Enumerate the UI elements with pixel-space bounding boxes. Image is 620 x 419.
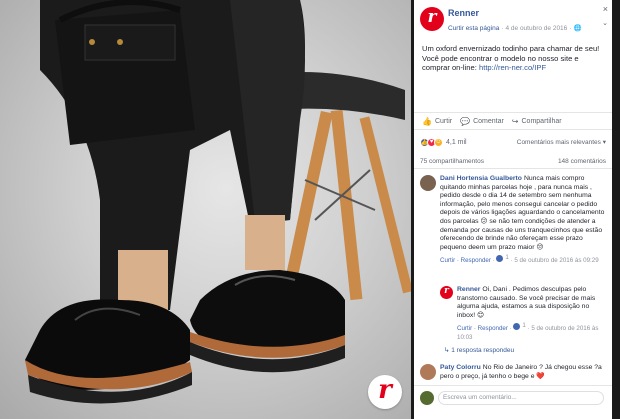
comment-date[interactable]: 5 de outubro de 2016 às 09:29 bbox=[514, 257, 598, 264]
comment: Paty Colorru No Rio de Janeiro ? Já chego… bbox=[420, 364, 606, 381]
view-replies-link[interactable]: 1 resposta respondeu bbox=[444, 346, 514, 354]
comment-input[interactable]: Escreva um comentário... bbox=[438, 391, 604, 405]
comment-sort-dropdown[interactable]: Comentários mais relevantes ▾ bbox=[517, 138, 606, 146]
options-caret-icon[interactable]: ⌄ bbox=[602, 19, 608, 27]
shares-count[interactable]: 75 compartilhamentos bbox=[420, 158, 484, 165]
share-icon: ↪ bbox=[511, 116, 519, 126]
comment-actions[interactable]: Curtir · Responder bbox=[457, 325, 508, 332]
shoe-photo-illustration bbox=[25, 0, 411, 404]
engagement-counts: 75 compartilhamentos 148 comentários bbox=[414, 155, 612, 169]
post-date[interactable]: 4 de outubro de 2016 bbox=[505, 25, 567, 32]
comment-icon: 💬 bbox=[460, 116, 471, 126]
renner-badge-logo: r bbox=[368, 375, 402, 409]
post-link[interactable]: http://ren-ner.co/IPF bbox=[479, 63, 546, 72]
commenter-name[interactable]: Renner bbox=[457, 286, 480, 293]
avatar bbox=[420, 391, 434, 405]
reactions-row: 👍 ♥ ☺ 4,1 mil Comentários mais relevante… bbox=[414, 134, 612, 150]
commenter-name[interactable]: Paty Colorru bbox=[440, 364, 481, 371]
post-photo[interactable]: r bbox=[0, 0, 411, 419]
globe-icon: 🌐 bbox=[573, 25, 582, 32]
page-avatar[interactable]: r bbox=[420, 7, 444, 31]
close-icon[interactable]: × bbox=[603, 4, 608, 14]
comment: Dani Hortensia Gualberto Nunca mais compr… bbox=[420, 175, 606, 266]
scrollbar-track[interactable] bbox=[612, 0, 620, 419]
comments-count[interactable]: 148 comentários bbox=[558, 158, 606, 165]
comment-meta: Curtir · Responder · 1 · 5 de outubro de… bbox=[457, 322, 599, 341]
like-page-link[interactable]: Curtir esta página bbox=[448, 25, 499, 32]
comment-button[interactable]: 💬 Comentar bbox=[460, 117, 504, 126]
post-actions: 👍 Curtir 💬 Comentar ↪ Compartilhar bbox=[414, 112, 612, 130]
reaction-count[interactable]: 4,1 mil bbox=[446, 139, 467, 146]
comment-text: Nunca mais compro quitando minhas parcel… bbox=[440, 175, 605, 251]
avatar[interactable] bbox=[420, 364, 436, 380]
thumbs-up-icon: 👍 bbox=[422, 116, 432, 126]
post-sidebar: r Renner Curtir esta página · 4 de outubro… bbox=[414, 0, 612, 419]
comment-composer: Escreva um comentário... bbox=[414, 385, 612, 419]
share-button[interactable]: ↪ Compartilhar bbox=[512, 117, 562, 126]
avatar[interactable]: r bbox=[440, 286, 453, 299]
page-name-link[interactable]: Renner bbox=[448, 8, 479, 18]
post-header: r Renner Curtir esta página · 4 de outubro… bbox=[414, 0, 612, 40]
like-count-icon bbox=[496, 255, 504, 263]
wow-reaction-icon: ☺ bbox=[434, 137, 443, 147]
like-button[interactable]: 👍 Curtir bbox=[422, 117, 452, 126]
post-meta: Curtir esta página · 4 de outubro de 2016 ·… bbox=[448, 25, 582, 32]
like-count-icon bbox=[513, 323, 521, 331]
commenter-name[interactable]: Dani Hortensia Gualberto bbox=[440, 175, 522, 182]
reply-comment: r Renner Oi, Dani . Pedimos desculpas pel… bbox=[440, 286, 606, 342]
avatar[interactable] bbox=[420, 175, 436, 191]
comment-meta: Curtir · Responder · 1 · 5 de outubro de… bbox=[440, 254, 599, 265]
comment-actions[interactable]: Curtir · Responder bbox=[440, 257, 491, 264]
post-text: Um oxford envernizado todinho para chama… bbox=[422, 44, 600, 72]
